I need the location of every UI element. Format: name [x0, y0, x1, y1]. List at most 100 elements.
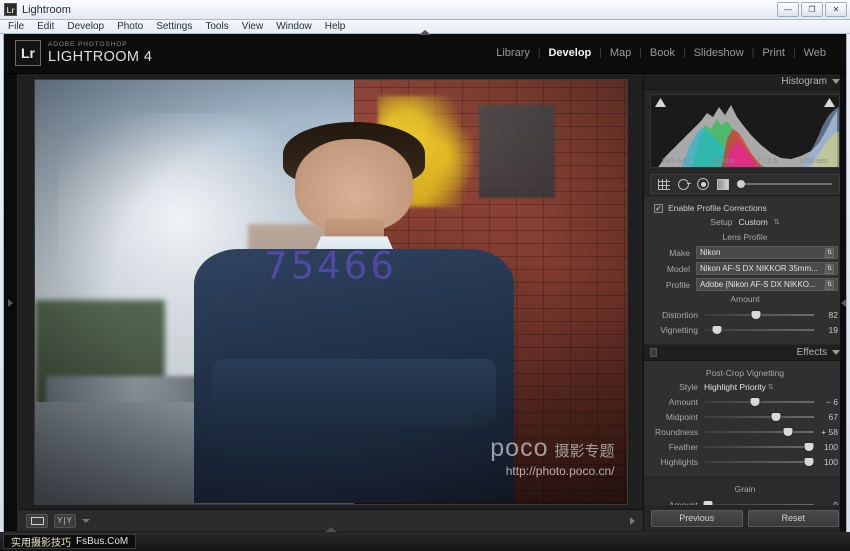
taskbar-item-label-cn: 实用摄影技巧	[11, 538, 71, 549]
profile-dropdown[interactable]: Adobe (Nikon AF-S DX NIKKO... ⇅	[696, 278, 838, 291]
module-slideshow[interactable]: Slideshow	[686, 47, 752, 59]
feather-slider[interactable]	[704, 441, 814, 452]
toolbar-chevron-right-icon[interactable]	[630, 516, 635, 525]
metadata-shutter-speed: 1/50 sec	[799, 156, 828, 165]
lightroom-logo-icon: Lr	[15, 40, 41, 66]
top-panel-collapse-arrow[interactable]	[419, 30, 431, 35]
module-web[interactable]: Web	[796, 47, 834, 59]
histogram-panel-header[interactable]: Histogram	[644, 74, 846, 90]
chevron-updown-icon[interactable]: ⇅	[774, 218, 780, 226]
os-taskbar: 实用摄影技巧 FsBus.CoM	[0, 532, 850, 551]
vignetting-row[interactable]: Vignetting 19	[652, 323, 838, 336]
feather-row[interactable]: Feather 100	[652, 440, 838, 453]
effects-panel-header[interactable]: Effects	[644, 345, 846, 361]
make-row[interactable]: Make Nikon ⇅	[652, 246, 838, 259]
vignetting-slider[interactable]	[704, 324, 814, 335]
module-print[interactable]: Print	[754, 47, 793, 59]
distortion-row[interactable]: Distortion 82	[652, 308, 838, 321]
feather-label: Feather	[668, 441, 698, 452]
red-eye-correction-icon[interactable]	[697, 178, 709, 190]
menu-item-help[interactable]: Help	[325, 21, 346, 32]
model-dropdown[interactable]: Nikon AF-S DX NIKKOR 35mm... ⇅	[696, 262, 838, 275]
chevron-down-icon[interactable]	[832, 350, 840, 355]
content-area: 75466 poco 摄影专题 http://photo.poco.cn/ Y|Y	[18, 74, 643, 532]
chevron-down-icon[interactable]	[82, 518, 90, 523]
grain-amount-row[interactable]: Amount 0	[652, 498, 838, 505]
roundness-row[interactable]: Roundness + 58	[652, 425, 838, 438]
effects-enable-switch[interactable]	[650, 348, 657, 357]
amount-value: − 6	[825, 396, 838, 407]
grain-amount-slider[interactable]	[703, 499, 814, 505]
module-book[interactable]: Book	[642, 47, 683, 59]
brand-suite-label: ADOBE PHOTOSHOP	[48, 41, 128, 48]
previous-button[interactable]: Previous	[651, 509, 743, 527]
right-panel-toggle[interactable]	[840, 74, 846, 531]
roundness-value: + 58	[821, 426, 838, 437]
develop-tool-strip	[650, 174, 840, 194]
menu-item-tools[interactable]: Tools	[205, 21, 228, 32]
taskbar-item[interactable]: 实用摄影技巧 FsBus.CoM	[3, 534, 137, 549]
module-develop[interactable]: Develop	[540, 47, 599, 59]
enable-profile-corrections-row[interactable]: ✓ Enable Profile Corrections	[652, 201, 838, 217]
adjustment-brush-icon[interactable]	[737, 180, 832, 188]
loupe-view-icon[interactable]	[26, 513, 48, 528]
chevron-updown-icon: ⇅	[825, 247, 834, 258]
amount-row[interactable]: Amount − 6	[652, 395, 838, 408]
app-icon: Lr	[4, 3, 17, 16]
image-canvas[interactable]: 75466 poco 摄影专题 http://photo.poco.cn/	[18, 74, 643, 509]
menu-item-window[interactable]: Window	[276, 21, 312, 32]
app-branding: Lr ADOBE PHOTOSHOP LIGHTROOM 4	[15, 40, 152, 66]
taskbar-item-label-en: FsBus.CoM	[76, 536, 129, 547]
model-label: Model	[666, 263, 690, 274]
menu-item-edit[interactable]: Edit	[37, 21, 54, 32]
distortion-value: 82	[828, 309, 838, 320]
highlights-slider[interactable]	[704, 456, 814, 467]
menu-item-file[interactable]: File	[8, 21, 24, 32]
graduated-filter-icon[interactable]	[717, 178, 729, 190]
brand-product-label: LIGHTROOM 4	[48, 48, 153, 65]
left-panel-toggle[interactable]	[4, 74, 18, 531]
enable-profile-corrections-checkbox[interactable]: ✓	[654, 203, 663, 213]
distortion-label: Distortion	[662, 309, 698, 320]
chevron-updown-icon: ⇅	[825, 279, 834, 290]
distortion-slider[interactable]	[704, 309, 814, 320]
photo-preview[interactable]: 75466 poco 摄影专题 http://photo.poco.cn/	[34, 79, 627, 504]
menu-item-settings[interactable]: Settings	[156, 21, 192, 32]
highlights-row[interactable]: Highlights 100	[652, 455, 838, 468]
module-library[interactable]: Library	[488, 47, 538, 59]
crop-overlay-icon[interactable]	[658, 178, 670, 190]
vignetting-value: 19	[828, 324, 838, 335]
setup-value[interactable]: Custom	[739, 217, 768, 227]
menu-item-view[interactable]: View	[242, 21, 264, 32]
midpoint-slider[interactable]	[704, 411, 814, 422]
os-window: Lr Lightroom — ❐ ✕ File Edit Develop Pho…	[0, 0, 850, 551]
model-row[interactable]: Model Nikon AF-S DX NIKKOR 35mm... ⇅	[652, 262, 838, 275]
make-label: Make	[669, 247, 690, 258]
menu-item-photo[interactable]: Photo	[117, 21, 143, 32]
watermark-number: 75466	[264, 244, 397, 288]
close-button[interactable]: ✕	[825, 2, 847, 17]
spot-removal-icon[interactable]	[678, 178, 691, 190]
histogram[interactable]: ISO 640 35 mm ƒ / 2.5 1/50 sec	[650, 94, 840, 168]
minimize-button[interactable]: —	[777, 2, 799, 17]
amount-slider[interactable]	[704, 396, 814, 407]
grain-panel: Grain Amount 0 Size 25 Roughness	[644, 477, 846, 505]
style-row[interactable]: Style Highlight Priority ⇅	[652, 382, 838, 392]
profile-row[interactable]: Profile Adobe (Nikon AF-S DX NIKKO... ⇅	[652, 278, 838, 291]
roundness-slider[interactable]	[704, 426, 814, 437]
chevron-down-icon[interactable]	[832, 79, 840, 84]
watermark-brand: poco	[490, 433, 549, 462]
effects-panel: Post-Crop Vignetting Style Highlight Pri…	[644, 361, 846, 476]
maximize-button[interactable]: ❐	[801, 2, 823, 17]
chevron-updown-icon[interactable]: ⇅	[766, 383, 774, 391]
grain-amount-label: Amount	[668, 499, 698, 506]
reset-button[interactable]: Reset	[747, 509, 839, 527]
make-dropdown[interactable]: Nikon ⇅	[696, 246, 838, 259]
style-value[interactable]: Highlight Priority	[704, 382, 766, 392]
menu-item-develop[interactable]: Develop	[67, 21, 104, 32]
module-map[interactable]: Map	[602, 47, 639, 59]
compare-view-icon[interactable]: Y|Y	[54, 513, 76, 528]
midpoint-row[interactable]: Midpoint 67	[652, 410, 838, 423]
setup-row[interactable]: Setup Custom ⇅	[652, 217, 838, 227]
midpoint-value: 67	[828, 411, 838, 422]
